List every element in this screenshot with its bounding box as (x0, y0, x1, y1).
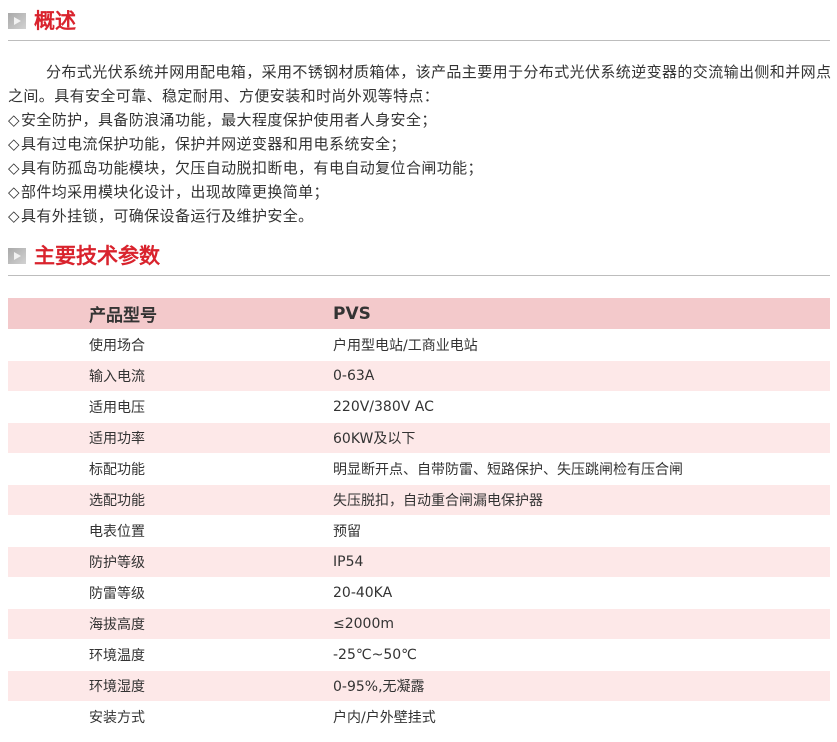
param-value: 失压脱扣，自动重合闸漏电保护器 (333, 484, 830, 516)
table-row: 适用功率 60KW及以下 (8, 422, 830, 454)
section-arrow-icon (8, 13, 26, 29)
table-row: 适用电压 220V/380V AC (8, 391, 830, 423)
param-value: 0-63A (333, 360, 830, 392)
feature-bullet: 部件均采用模块化设计，出现故障更换简单； (8, 180, 834, 204)
param-name: 标配功能 (8, 453, 333, 485)
section-title-overview: 概述 (34, 9, 76, 33)
section-header-params: 主要技术参数 (0, 242, 830, 276)
param-name: 环境温度 (8, 639, 333, 671)
feature-bullet: 安全防护，具备防浪涌功能，最大程度保护使用者人身安全； (8, 108, 834, 132)
table-row: 安装方式 户内/户外壁挂式 (8, 701, 830, 733)
overview-body: 分布式光伏系统并网用配电箱，采用不锈钢材质箱体，该产品主要用于分布式光伏系统逆变… (8, 60, 834, 228)
table-row: 环境温度 -25℃~50℃ (8, 639, 830, 671)
param-name: 输入电流 (8, 360, 333, 392)
spec-table: 产品型号 PVS 使用场合 户用型电站/工商业电站 输入电流 0-63A 适用电压 2… (8, 298, 830, 733)
table-row: 电表位置 预留 (8, 515, 830, 547)
param-name: 适用电压 (8, 391, 333, 423)
table-header-row: 产品型号 PVS (8, 298, 830, 330)
section-title-params: 主要技术参数 (34, 244, 160, 268)
section-header-overview: 概述 (0, 7, 830, 41)
param-value: 0-95%,无凝露 (333, 670, 830, 702)
header-model-value: PVS (333, 298, 830, 330)
overview-paragraph: 分布式光伏系统并网用配电箱，采用不锈钢材质箱体，该产品主要用于分布式光伏系统逆变… (8, 63, 832, 105)
param-name: 环境湿度 (8, 670, 333, 702)
table-row: 使用场合 户用型电站/工商业电站 (8, 329, 830, 361)
feature-bullet: 具有外挂锁，可确保设备运行及维护安全。 (8, 204, 834, 228)
param-name: 防护等级 (8, 546, 333, 578)
param-value: 预留 (333, 515, 830, 547)
param-name: 防雷等级 (8, 577, 333, 609)
table-row: 环境湿度 0-95%,无凝露 (8, 670, 830, 702)
param-value: 20-40KA (333, 577, 830, 609)
table-row: 海拔高度 ≤2000m (8, 608, 830, 640)
param-name: 适用功率 (8, 422, 333, 454)
table-row: 选配功能 失压脱扣，自动重合闸漏电保护器 (8, 484, 830, 516)
param-value: 220V/380V AC (333, 391, 830, 423)
section-divider (8, 275, 830, 276)
param-name: 选配功能 (8, 484, 333, 516)
param-name: 海拔高度 (8, 608, 333, 640)
param-value: -25℃~50℃ (333, 639, 830, 671)
section-arrow-icon (8, 248, 26, 264)
param-value: 户用型电站/工商业电站 (333, 329, 830, 361)
feature-bullet: 具有防孤岛功能模块，欠压自动脱扣断电，有电自动复位合闸功能； (8, 156, 834, 180)
param-value: ≤2000m (333, 608, 830, 640)
param-value: IP54 (333, 546, 830, 578)
table-row: 防雷等级 20-40KA (8, 577, 830, 609)
header-model-label: 产品型号 (8, 298, 333, 330)
param-value: 户内/户外壁挂式 (333, 701, 830, 733)
param-name: 安装方式 (8, 701, 333, 733)
table-row: 防护等级 IP54 (8, 546, 830, 578)
feature-bullet: 具有过电流保护功能，保护并网逆变器和用电系统安全； (8, 132, 834, 156)
table-row: 标配功能 明显断开点、自带防雷、短路保护、失压跳闸检有压合闸 (8, 453, 830, 485)
param-value: 明显断开点、自带防雷、短路保护、失压跳闸检有压合闸 (333, 453, 830, 485)
param-name: 使用场合 (8, 329, 333, 361)
section-divider (8, 40, 830, 41)
param-value: 60KW及以下 (333, 422, 830, 454)
table-row: 输入电流 0-63A (8, 360, 830, 392)
param-name: 电表位置 (8, 515, 333, 547)
